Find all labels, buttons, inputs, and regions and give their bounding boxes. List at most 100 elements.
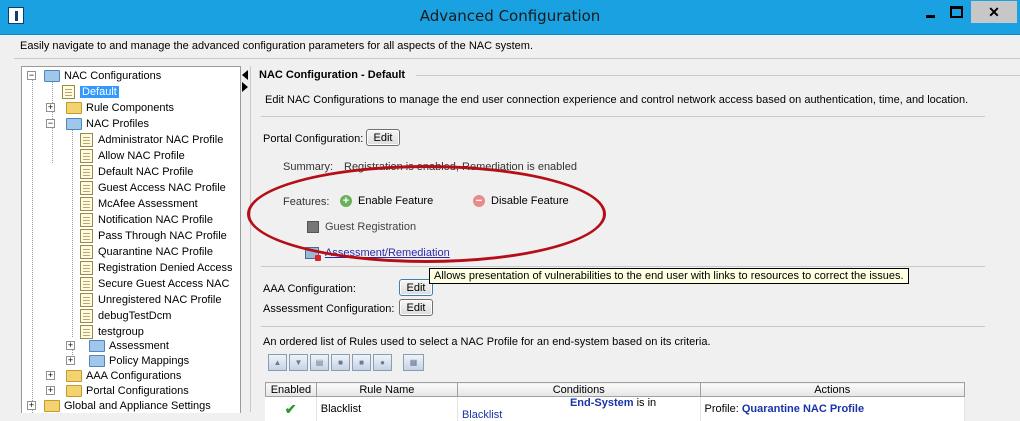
- edit-rule-button[interactable]: ■: [331, 354, 350, 371]
- window-description: Easily navigate to and manage the advanc…: [20, 40, 533, 52]
- disable-feature-label: Disable Feature: [491, 195, 569, 207]
- folder-icon: [66, 370, 82, 382]
- tree-item-profile[interactable]: Guest Access NAC Profile: [80, 180, 226, 196]
- add-rule-icon: ▤: [316, 358, 324, 367]
- minus-circle-icon: −: [473, 195, 485, 207]
- column-header-actions[interactable]: Actions: [700, 383, 964, 397]
- tree-item-profile[interactable]: debugTestDcm: [80, 308, 171, 324]
- assessment-configuration-edit-button[interactable]: Edit: [399, 299, 433, 316]
- tree-connector: [32, 79, 33, 413]
- guest-registration-feature[interactable]: Guest Registration: [307, 221, 416, 233]
- rule-options-button[interactable]: ▦: [403, 354, 424, 371]
- tree-item-label: Assessment: [109, 340, 169, 352]
- tree-item-label: Portal Configurations: [86, 385, 189, 397]
- tree-item-profile[interactable]: Default NAC Profile: [80, 164, 193, 180]
- tree-item-profile[interactable]: Notification NAC Profile: [80, 212, 213, 228]
- tree-item-label: Notification NAC Profile: [98, 214, 213, 226]
- divider: [261, 116, 985, 117]
- expand-icon[interactable]: +: [46, 386, 55, 395]
- enabled-cell[interactable]: ✔: [266, 397, 317, 421]
- enable-feature-legend: + Enable Feature: [340, 195, 433, 207]
- navigation-tree[interactable]: − NAC Configurations Default + Rule Comp…: [21, 66, 241, 413]
- maximize-icon: [950, 6, 963, 18]
- settings-icon: ▦: [410, 358, 418, 367]
- tree-item-label: Secure Guest Access NAC: [98, 278, 229, 290]
- tree-item-profile[interactable]: Secure Guest Access NAC: [80, 276, 229, 292]
- tree-item-global-settings[interactable]: + Global and Appliance Settings: [26, 398, 211, 413]
- tree-item-label: Unregistered NAC Profile: [98, 294, 222, 306]
- plus-circle-icon: +: [340, 195, 352, 207]
- tree-item-profile[interactable]: Administrator NAC Profile: [80, 132, 223, 148]
- tree-item-rule-components[interactable]: + Rule Components: [46, 100, 174, 116]
- copy-rule-button[interactable]: ■: [352, 354, 371, 371]
- tree-item-policy-mappings[interactable]: + Policy Mappings: [66, 353, 189, 369]
- assessment-remediation-icon: [305, 247, 319, 259]
- tree-item-default[interactable]: Default: [62, 84, 119, 100]
- table-row[interactable]: ✔ Blacklist End-System is in Blacklist P…: [266, 397, 965, 421]
- maximize-button[interactable]: [942, 1, 970, 23]
- move-up-button[interactable]: ▲: [268, 354, 287, 371]
- assessment-remediation-feature[interactable]: Assessment/Remediation: [305, 247, 450, 259]
- divider: [261, 326, 985, 327]
- collapse-icon[interactable]: −: [27, 71, 36, 80]
- expand-icon[interactable]: +: [66, 341, 75, 350]
- copy-rule-icon: ■: [359, 358, 364, 367]
- aaa-configuration-label: AAA Configuration:: [263, 283, 356, 295]
- tree-item-portal-configurations[interactable]: + Portal Configurations: [46, 383, 189, 399]
- delete-rule-button[interactable]: ●: [373, 354, 392, 371]
- collapse-left-arrow-icon[interactable]: [242, 70, 248, 80]
- column-header-enabled[interactable]: Enabled: [266, 383, 317, 397]
- tree-item-profile[interactable]: Registration Denied Access: [80, 260, 233, 276]
- guest-registration-icon: [307, 221, 319, 233]
- tree-item-profile[interactable]: Allow NAC Profile: [80, 148, 185, 164]
- profile-icon: [80, 197, 93, 211]
- profile-icon: [80, 181, 93, 195]
- rule-name-cell: Blacklist: [316, 397, 457, 421]
- profile-icon: [80, 261, 93, 275]
- tree-item-profile[interactable]: McAfee Assessment: [80, 196, 198, 212]
- tree-item-assessment[interactable]: + Assessment: [66, 338, 169, 354]
- tree-item-label: Registration Denied Access: [98, 262, 233, 274]
- profile-icon: [80, 165, 93, 179]
- move-down-button[interactable]: ▼: [289, 354, 308, 371]
- disable-feature-legend: − Disable Feature: [473, 195, 569, 207]
- column-header-conditions[interactable]: Conditions: [457, 383, 700, 397]
- tree-item-label: Global and Appliance Settings: [64, 400, 211, 412]
- condition-operator: is in: [637, 397, 657, 409]
- enable-feature-label: Enable Feature: [358, 195, 433, 207]
- close-icon: ✕: [988, 4, 1000, 21]
- tree-item-label: Pass Through NAC Profile: [98, 230, 227, 242]
- minimize-icon: [926, 15, 935, 18]
- expand-right-arrow-icon[interactable]: [242, 82, 248, 92]
- profile-icon: [80, 149, 93, 163]
- tree-item-label: Rule Components: [86, 102, 174, 114]
- arrow-up-icon: ▲: [274, 358, 282, 367]
- tree-item-profile[interactable]: Quarantine NAC Profile: [80, 244, 213, 260]
- divider: [14, 58, 1020, 59]
- collapse-icon[interactable]: −: [46, 119, 55, 128]
- tree-item-label: Guest Access NAC Profile: [98, 182, 226, 194]
- tree-item-aaa-configurations[interactable]: + AAA Configurations: [46, 368, 181, 384]
- aaa-configuration-edit-button[interactable]: Edit: [399, 279, 433, 296]
- tree-item-nac-profiles[interactable]: − NAC Profiles: [46, 116, 149, 132]
- portal-configuration-edit-button[interactable]: Edit: [366, 129, 400, 146]
- tree-item-nac-configurations[interactable]: − NAC Configurations: [26, 68, 161, 84]
- tree-item-profile[interactable]: Pass Through NAC Profile: [80, 228, 227, 244]
- profile-icon: [80, 213, 93, 227]
- expand-icon[interactable]: +: [46, 103, 55, 112]
- column-header-rule-name[interactable]: Rule Name: [316, 383, 457, 397]
- tree-item-label: debugTestDcm: [98, 310, 171, 322]
- expand-icon[interactable]: +: [27, 401, 36, 410]
- expand-icon[interactable]: +: [66, 356, 75, 365]
- main-panel: NAC Configuration - Default Edit NAC Con…: [250, 66, 1020, 412]
- rules-table: Enabled Rule Name Conditions Actions ✔ B…: [265, 382, 965, 421]
- tree-item-profile[interactable]: Unregistered NAC Profile: [80, 292, 222, 308]
- divider: [416, 75, 1020, 76]
- add-rule-button[interactable]: ▤: [310, 354, 329, 371]
- guest-registration-label: Guest Registration: [325, 221, 416, 233]
- profile-icon: [80, 245, 93, 259]
- assessment-remediation-link[interactable]: Assessment/Remediation: [325, 247, 450, 259]
- minimize-button[interactable]: [915, 1, 945, 23]
- close-button[interactable]: ✕: [971, 1, 1017, 23]
- expand-icon[interactable]: +: [46, 371, 55, 380]
